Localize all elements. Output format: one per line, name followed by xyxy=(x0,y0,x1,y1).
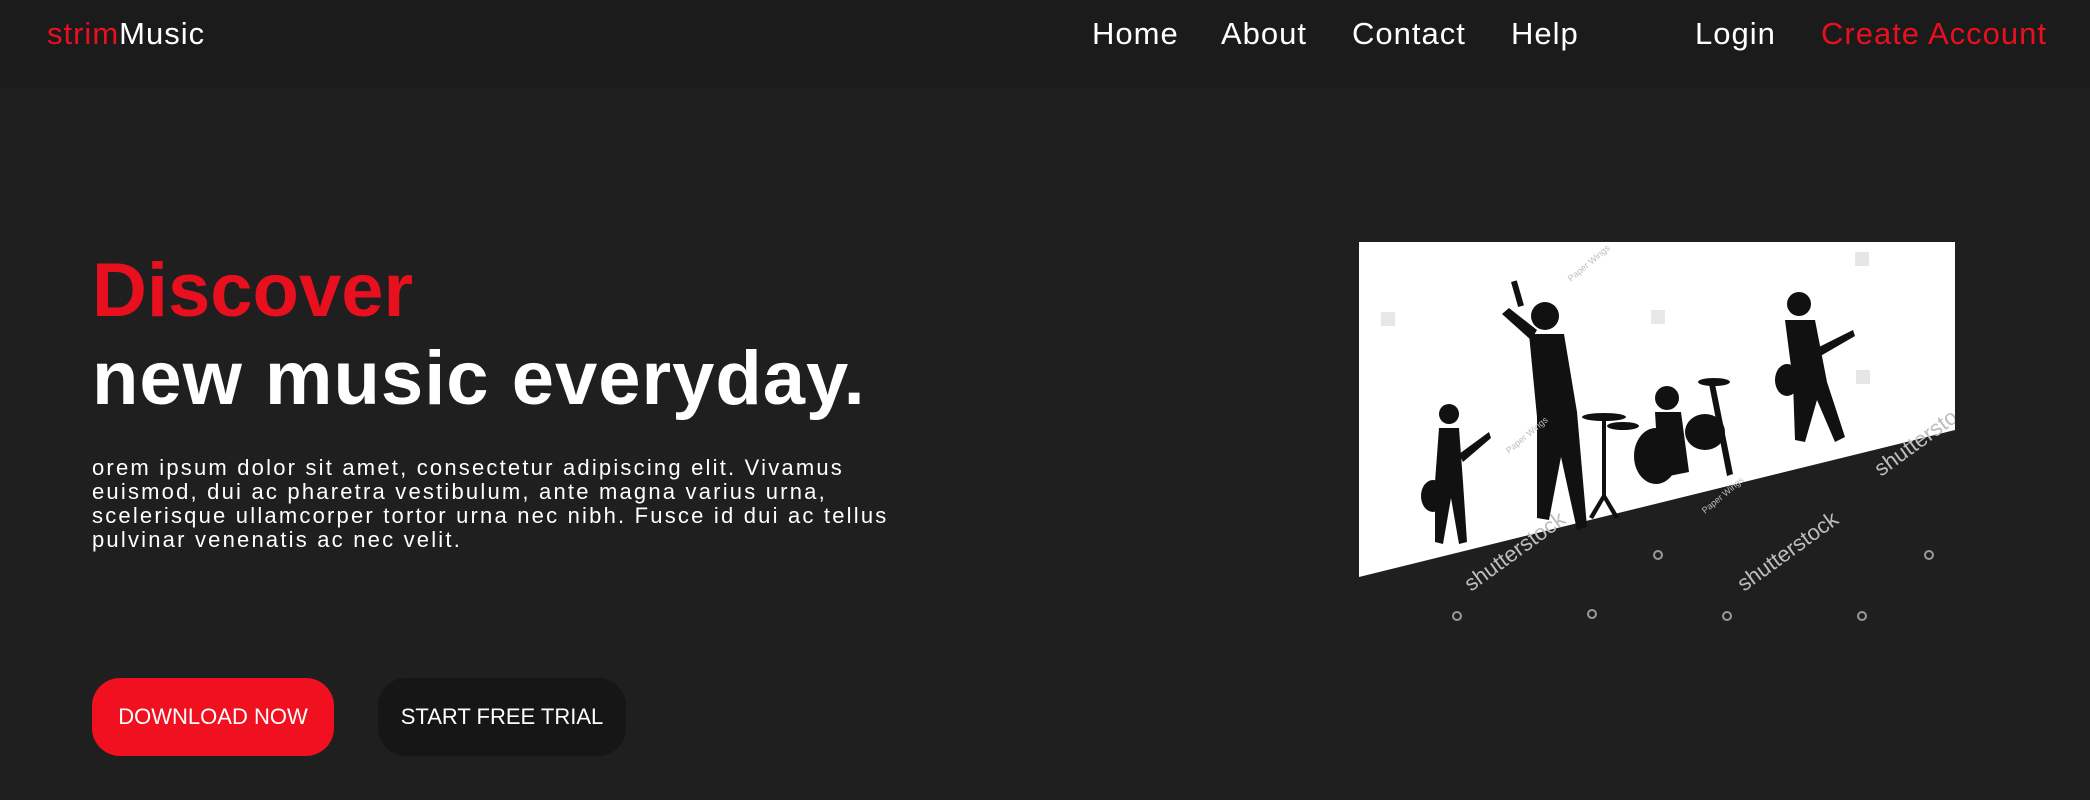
start-free-trial-button[interactable]: START FREE TRIAL xyxy=(378,678,626,756)
hero-title-main: new music everyday. xyxy=(92,336,866,421)
create-account-link[interactable]: Create Account xyxy=(1821,16,2047,52)
nav-link-contact[interactable]: Contact xyxy=(1352,16,1466,52)
nav-link-help[interactable]: Help xyxy=(1511,16,1579,52)
download-now-button[interactable]: DOWNLOAD NOW xyxy=(92,678,334,756)
brand-logo[interactable]: strimMusic xyxy=(47,16,205,52)
hero-description: orem ipsum dolor sit amet, consectetur a… xyxy=(92,455,889,552)
navbar: strimMusic Home About Contact Help Login… xyxy=(0,0,2090,88)
login-link[interactable]: Login xyxy=(1695,16,1776,52)
nav-link-about[interactable]: About xyxy=(1221,16,1307,52)
brand-prefix: strim xyxy=(47,16,120,51)
band-silhouette-image: shutterstock shutterstock shutterstock P… xyxy=(1359,242,1955,630)
nav-link-home[interactable]: Home xyxy=(1092,16,1179,52)
hero-title-accent: Discover xyxy=(92,248,414,333)
brand-name: Music xyxy=(119,16,206,51)
